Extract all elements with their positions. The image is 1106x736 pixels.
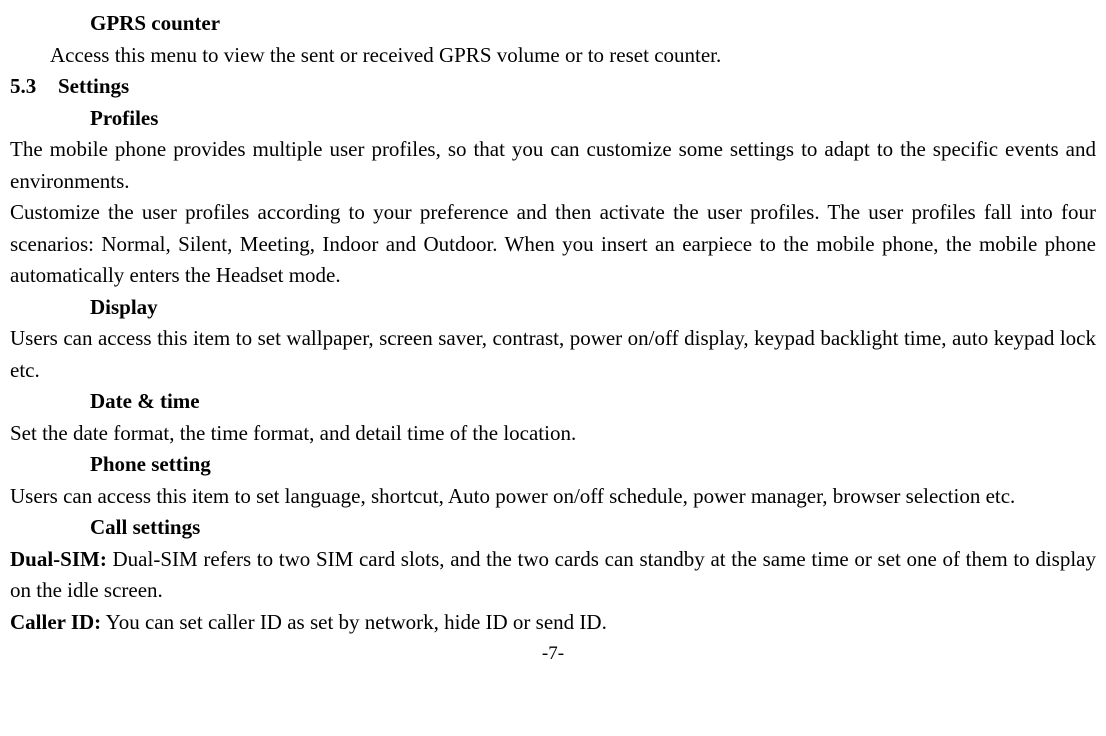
page-number: -7- [10, 640, 1096, 669]
section-header: 5.3Settings [10, 71, 1096, 103]
callerid-label: Caller ID: [10, 610, 101, 634]
gprs-counter-heading: GPRS counter [10, 8, 1096, 40]
display-text: Users can access this item to set wallpa… [10, 323, 1096, 386]
section-number: 5.3 [10, 71, 58, 103]
gprs-counter-text: Access this menu to view the sent or rec… [10, 40, 1096, 72]
datetime-text: Set the date format, the time format, an… [10, 418, 1096, 450]
dualsim-line: Dual-SIM: Dual-SIM refers to two SIM car… [10, 544, 1096, 607]
profiles-p2: Customize the user profiles according to… [10, 197, 1096, 292]
phonesetting-text: Users can access this item to set langua… [10, 481, 1096, 513]
section-title: Settings [58, 74, 129, 98]
callerid-text: You can set caller ID as set by network,… [101, 610, 607, 634]
phonesetting-heading: Phone setting [10, 449, 1096, 481]
callsettings-heading: Call settings [10, 512, 1096, 544]
profiles-heading: Profiles [10, 103, 1096, 135]
dualsim-label: Dual-SIM: [10, 547, 107, 571]
callerid-line: Caller ID: You can set caller ID as set … [10, 607, 1096, 639]
profiles-p1: The mobile phone provides multiple user … [10, 134, 1096, 197]
datetime-heading: Date & time [10, 386, 1096, 418]
dualsim-text: Dual-SIM refers to two SIM card slots, a… [10, 547, 1096, 603]
display-heading: Display [10, 292, 1096, 324]
